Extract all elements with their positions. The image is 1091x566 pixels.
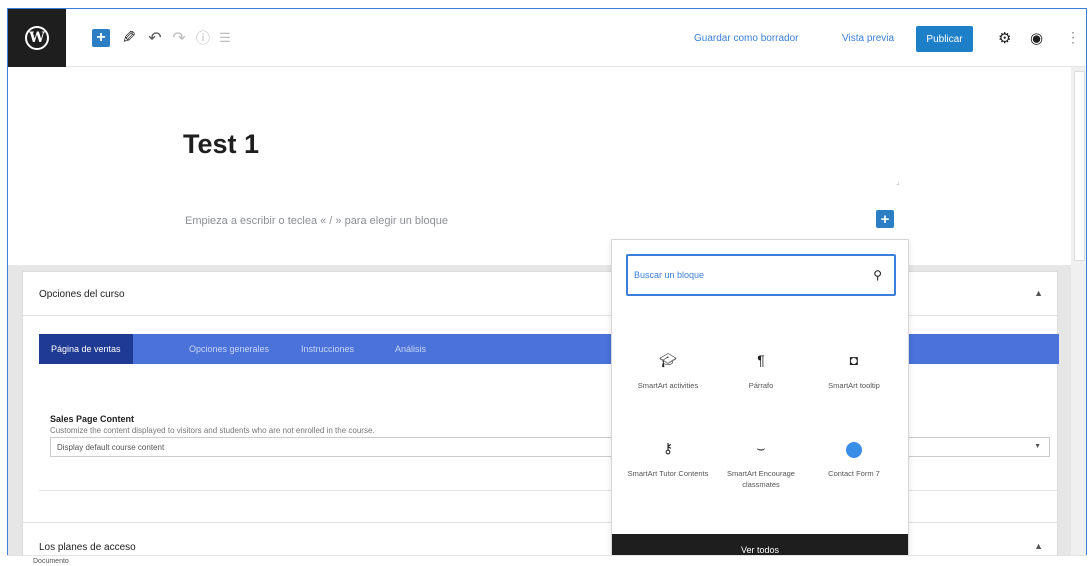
graduation-cap-icon: 🎓︎	[659, 352, 677, 368]
block-contact-form-7[interactable]: Contact Form 7	[812, 440, 896, 479]
editor-canvas: Test 1 ⌟ Empieza a escribir o teclea « /…	[8, 67, 1071, 265]
scrollbar[interactable]	[1071, 67, 1086, 563]
save-draft-button[interactable]: Guardar como borrador	[694, 33, 799, 44]
scroll-thumb[interactable]	[1074, 71, 1085, 261]
chevron-down-icon: ▼	[1034, 443, 1041, 450]
undo-icon[interactable]: ↶	[146, 28, 164, 48]
wordpress-logo[interactable]: W	[8, 9, 66, 67]
more-options-icon[interactable]: ⋮	[1066, 29, 1080, 46]
block-search-input[interactable]	[634, 264, 854, 286]
block-smartart-tutor-contents[interactable]: ⚷ SmartArt Tutor Contents	[626, 440, 710, 479]
preview-button[interactable]: Vista previa	[842, 33, 894, 44]
list-view-icon[interactable]: ☰	[216, 28, 234, 48]
post-title[interactable]: Test 1	[183, 129, 259, 160]
settings-gear-icon[interactable]: ⚙	[998, 29, 1011, 47]
editor-window: W + ✎ ↶ ↷ ⓘ ☰ Guardar como borrador Vist…	[7, 8, 1087, 564]
course-options-title: Opciones del curso	[39, 289, 125, 300]
block-inserter-popover: ⚲ 🎓︎ SmartArt activities ¶ Párrafo ◘ Sma…	[611, 239, 909, 563]
block-placeholder[interactable]: Empieza a escribir o teclea « / » para e…	[185, 215, 448, 227]
tab-analytics[interactable]: Análisis	[395, 334, 426, 364]
sales-content-description: Customize the content displayed to visit…	[50, 426, 375, 435]
collapse-arrow-icon[interactable]: ▲	[1034, 288, 1043, 298]
tab-sales-page[interactable]: Página de ventas	[39, 334, 133, 364]
publish-button[interactable]: Publicar	[916, 26, 973, 52]
smile-icon: ⌣	[756, 440, 766, 456]
tooltip-icon: ◘	[849, 352, 859, 368]
tab-instructions[interactable]: Instrucciones	[301, 334, 354, 364]
resize-handle-icon: ⌟	[896, 177, 900, 186]
info-icon[interactable]: ⓘ	[194, 28, 212, 48]
document-breadcrumb[interactable]: Documento	[33, 558, 69, 565]
footer-breadcrumb: Documento	[7, 555, 1087, 566]
sales-content-label: Sales Page Content	[50, 414, 135, 424]
block-search-box[interactable]: ⚲	[626, 254, 896, 296]
wordpress-icon: W	[25, 26, 49, 50]
block-smartart-tooltip[interactable]: ◘ SmartArt tooltip	[812, 352, 896, 391]
contact-form-icon	[812, 440, 896, 460]
paragraph-icon: ¶	[757, 352, 765, 368]
redo-icon[interactable]: ↷	[170, 28, 188, 48]
add-block-button[interactable]: +	[92, 29, 110, 47]
tab-general-options[interactable]: Opciones generales	[189, 334, 269, 364]
collapse-arrow-icon[interactable]: ▲	[1034, 541, 1043, 551]
block-smartart-activities[interactable]: 🎓︎ SmartArt activities	[626, 352, 710, 391]
inline-add-block-button[interactable]: +	[876, 210, 894, 228]
key-icon: ⚷	[662, 440, 674, 456]
top-toolbar: W + ✎ ↶ ↷ ⓘ ☰ Guardar como borrador Vist…	[8, 9, 1086, 67]
tools-pencil-icon[interactable]: ✎	[120, 28, 138, 48]
block-smartart-encourage[interactable]: ⌣ SmartArt Encourage classmates	[719, 440, 803, 490]
search-icon: ⚲	[873, 268, 882, 282]
access-plans-title: Los planes de acceso	[39, 542, 136, 553]
meta-boxes-area: Opciones del curso ▲ Página de ventas Op…	[8, 265, 1071, 563]
block-paragraph[interactable]: ¶ Párrafo	[719, 352, 803, 391]
plugin-icon[interactable]: ◉	[1030, 29, 1043, 47]
sales-content-selected: Display default course content	[57, 442, 165, 452]
